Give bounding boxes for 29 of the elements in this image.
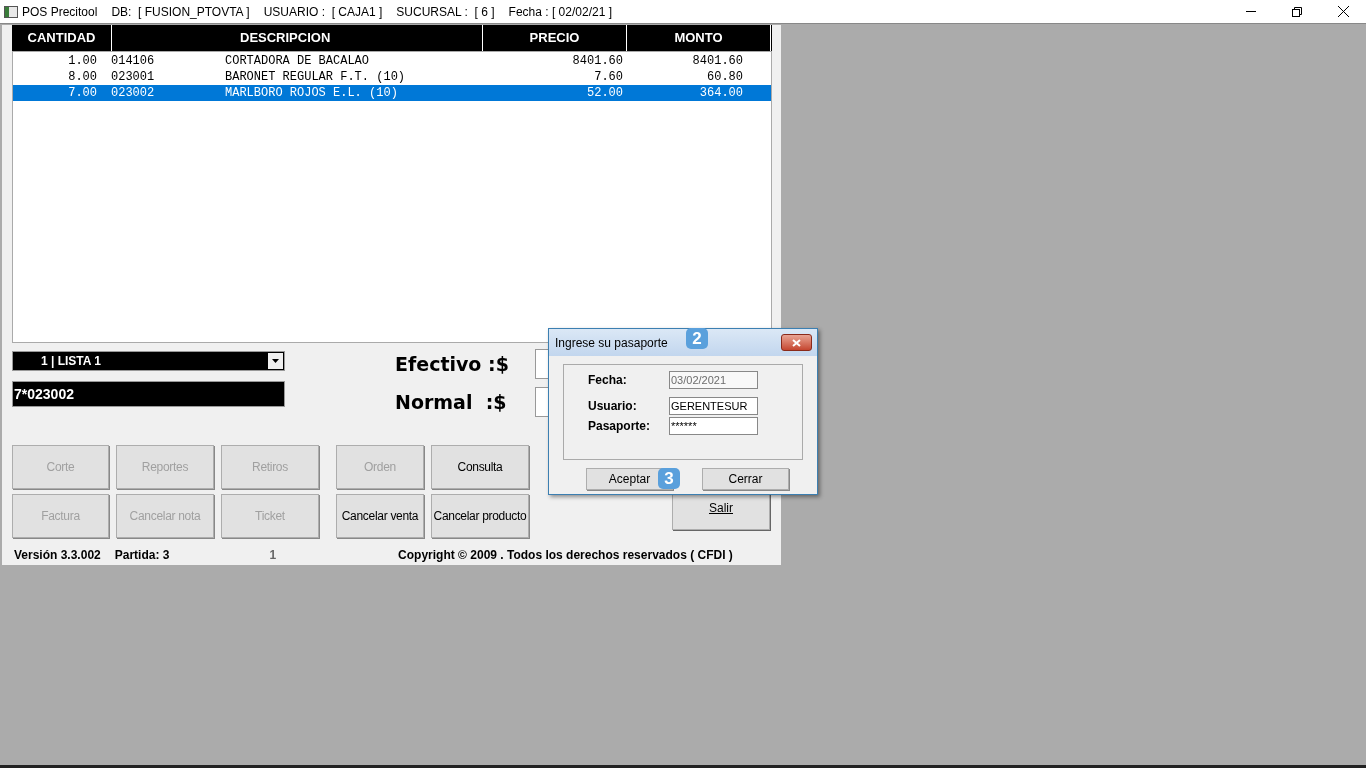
partida-label: Partida: 3 [114,547,170,564]
table-row[interactable]: 7.00 023002 MARLBORO ROJOS E.L. (10) 52.00 364.00 [13,85,771,101]
field-label: Usuario: [587,398,638,415]
action-button[interactable]: Cancelar venta [336,494,424,538]
window-title: Fecha : [ 02/02/21 ] [508,3,612,21]
action-button[interactable]: Cancelar producto [431,494,529,538]
code-input-field[interactable]: 7*023002 [12,381,285,407]
copyright-text: Copyright © 2009 . Todos los derechos reservados ( CFDI ) [398,547,733,564]
counter-label: 1 [269,547,277,564]
dialog-title: Ingrese su pasaporte [555,334,668,352]
window-title: USUARIO : [ CAJA1 ] [263,3,383,21]
table-row[interactable]: 1.00 014106 CORTADORA DE BACALAO 8401.60 8401.60 [13,53,771,69]
input-field[interactable]: GERENTESUR [669,397,758,415]
window-title: SUCURSAL : [ 6 ] [396,3,495,21]
close-icon[interactable] [792,338,801,347]
window-title: DB: [ FUSION_PTOVTA ] [111,3,250,21]
field-label: Fecha: [587,372,628,389]
app-icon [4,5,18,18]
dialog-button[interactable]: Cerrar [702,468,789,490]
table-row[interactable]: 8.00 023001 BARONET REGULAR F.T. (10) 7.60 60.80 [13,69,771,85]
input-field[interactable]: ****** [669,417,758,435]
action-button[interactable]: Consulta [431,445,529,489]
step-badge: 2 [686,328,708,349]
close-button[interactable] [781,334,812,351]
step-badge: 3 [658,468,680,489]
version-label: Versión 3.3.002 [14,547,101,564]
total-label: Normal :$ [395,389,505,415]
window-title: POS Precitool [22,3,98,21]
price-list-dropdown[interactable]: 1 | LISTA 1 [12,351,285,371]
